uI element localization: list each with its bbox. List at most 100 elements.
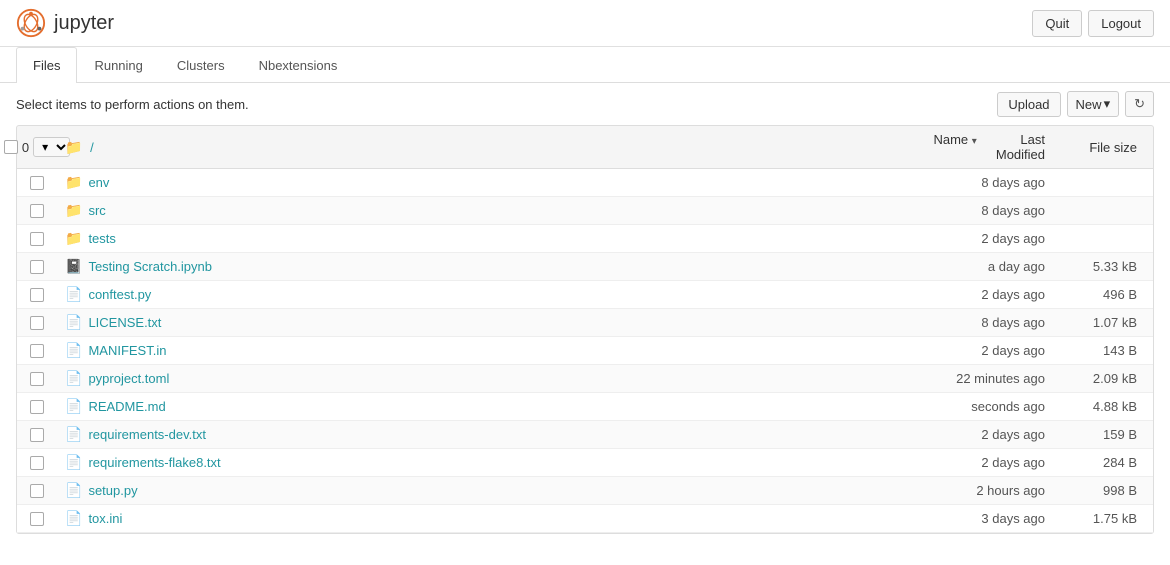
row-size-cell: 1.07 kB bbox=[1053, 315, 1153, 330]
row-size-cell: 1.75 kB bbox=[1053, 511, 1153, 526]
file-name-link[interactable]: MANIFEST.in bbox=[88, 343, 166, 358]
row-modified-cell: 8 days ago bbox=[893, 175, 1053, 190]
file-list-container: 0 ▾ 📁 / Name ▾ Last Modified File size bbox=[0, 125, 1170, 534]
col-modified-sort[interactable]: Name ▾ Last Modified bbox=[893, 132, 1053, 162]
file-name-link[interactable]: setup.py bbox=[88, 483, 137, 498]
row-size-cell: 998 B bbox=[1053, 483, 1153, 498]
file-rows-container: 📁 env 8 days ago 📁 src 8 days ago 📁 test… bbox=[16, 168, 1154, 534]
row-name-cell: 📁 src bbox=[57, 202, 893, 219]
file-icon: 📄 bbox=[65, 426, 82, 443]
row-check-cell bbox=[17, 176, 57, 190]
file-name-link[interactable]: requirements-flake8.txt bbox=[88, 455, 220, 470]
tab-running[interactable]: Running bbox=[77, 47, 159, 83]
file-name-link[interactable]: src bbox=[88, 203, 105, 218]
row-checkbox[interactable] bbox=[30, 176, 44, 190]
row-checkbox[interactable] bbox=[30, 288, 44, 302]
row-checkbox[interactable] bbox=[30, 512, 44, 526]
row-name-cell: 📄 tox.ini bbox=[57, 510, 893, 527]
row-check-cell bbox=[17, 484, 57, 498]
file-name-link[interactable]: tests bbox=[88, 231, 115, 246]
file-name-link[interactable]: LICENSE.txt bbox=[88, 315, 161, 330]
file-name-link[interactable]: env bbox=[88, 175, 109, 190]
file-icon: 📄 bbox=[65, 510, 82, 527]
row-size-cell: 159 B bbox=[1053, 427, 1153, 442]
row-modified-cell: 2 days ago bbox=[893, 455, 1053, 470]
row-name-cell: 📄 LICENSE.txt bbox=[57, 314, 893, 331]
logo-area: jupyter bbox=[16, 8, 114, 38]
file-name-link[interactable]: requirements-dev.txt bbox=[88, 427, 206, 442]
folder-icon: 📁 bbox=[65, 202, 82, 219]
row-checkbox[interactable] bbox=[30, 428, 44, 442]
file-name-link[interactable]: README.md bbox=[88, 399, 165, 414]
toolbar: Select items to perform actions on them.… bbox=[0, 83, 1170, 125]
row-check-cell bbox=[17, 372, 57, 386]
file-icon: 📄 bbox=[65, 454, 82, 471]
folder-icon: 📁 bbox=[65, 230, 82, 247]
breadcrumb[interactable]: / bbox=[90, 140, 94, 155]
file-name-link[interactable]: tox.ini bbox=[88, 511, 122, 526]
row-checkbox[interactable] bbox=[30, 456, 44, 470]
row-modified-cell: a day ago bbox=[893, 259, 1053, 274]
row-check-cell bbox=[17, 204, 57, 218]
row-check-cell bbox=[17, 400, 57, 414]
tab-clusters[interactable]: Clusters bbox=[160, 47, 242, 83]
row-checkbox[interactable] bbox=[30, 344, 44, 358]
row-checkbox[interactable] bbox=[30, 372, 44, 386]
upload-button[interactable]: Upload bbox=[997, 92, 1060, 117]
name-col-header: Name ▾ bbox=[933, 132, 980, 147]
table-row: 📄 conftest.py 2 days ago 496 B bbox=[17, 281, 1153, 309]
refresh-button[interactable]: ↻ bbox=[1125, 91, 1154, 117]
table-row: 📁 tests 2 days ago bbox=[17, 225, 1153, 253]
file-list-header-row: 0 ▾ 📁 / Name ▾ Last Modified File size bbox=[16, 125, 1154, 168]
file-icon: 📄 bbox=[65, 482, 82, 499]
select-message: Select items to perform actions on them. bbox=[16, 97, 249, 112]
modified-col-header: Last Modified bbox=[996, 132, 1045, 162]
row-checkbox[interactable] bbox=[30, 316, 44, 330]
breadcrumb-path-area: 📁 / bbox=[57, 139, 893, 156]
file-name-link[interactable]: pyproject.toml bbox=[88, 371, 169, 386]
new-label: New bbox=[1076, 97, 1102, 112]
row-checkbox[interactable] bbox=[30, 484, 44, 498]
file-name-link[interactable]: conftest.py bbox=[88, 287, 151, 302]
row-check-cell bbox=[17, 456, 57, 470]
file-icon: 📄 bbox=[65, 398, 82, 415]
new-dropdown-arrow: ▾ bbox=[1104, 96, 1111, 112]
quit-button[interactable]: Quit bbox=[1032, 10, 1082, 37]
row-modified-cell: 2 days ago bbox=[893, 343, 1053, 358]
row-name-cell: 📁 tests bbox=[57, 230, 893, 247]
tab-files[interactable]: Files bbox=[16, 47, 77, 83]
row-name-cell: 📄 pyproject.toml bbox=[57, 370, 893, 387]
row-modified-cell: 8 days ago bbox=[893, 203, 1053, 218]
tab-nbextensions[interactable]: Nbextensions bbox=[242, 47, 355, 83]
row-size-cell: 2.09 kB bbox=[1053, 371, 1153, 386]
select-all-checkbox[interactable] bbox=[4, 140, 18, 154]
row-modified-cell: 3 days ago bbox=[893, 511, 1053, 526]
row-name-cell: 📄 setup.py bbox=[57, 482, 893, 499]
file-icon: 📄 bbox=[65, 286, 82, 303]
row-check-cell bbox=[17, 316, 57, 330]
table-row: 📄 MANIFEST.in 2 days ago 143 B bbox=[17, 337, 1153, 365]
name-sort-arrow: ▾ bbox=[972, 136, 977, 147]
row-modified-cell: 2 days ago bbox=[893, 427, 1053, 442]
table-row: 📓 Testing Scratch.ipynb a day ago 5.33 k… bbox=[17, 253, 1153, 281]
row-checkbox[interactable] bbox=[30, 400, 44, 414]
row-size-cell: 496 B bbox=[1053, 287, 1153, 302]
file-name-link[interactable]: Testing Scratch.ipynb bbox=[88, 259, 212, 274]
row-size-cell: 5.33 kB bbox=[1053, 259, 1153, 274]
tabs-bar: Files Running Clusters Nbextensions bbox=[0, 47, 1170, 83]
row-name-cell: 📄 MANIFEST.in bbox=[57, 342, 893, 359]
row-check-cell bbox=[17, 288, 57, 302]
row-checkbox[interactable] bbox=[30, 232, 44, 246]
app-name: jupyter bbox=[54, 12, 114, 35]
size-col-header-cell: File size bbox=[1053, 140, 1153, 155]
select-all-area: 0 ▾ bbox=[17, 137, 57, 157]
row-checkbox[interactable] bbox=[30, 204, 44, 218]
row-check-cell bbox=[17, 260, 57, 274]
toolbar-left: Select items to perform actions on them. bbox=[16, 97, 249, 112]
header-buttons: Quit Logout bbox=[1032, 10, 1154, 37]
logout-button[interactable]: Logout bbox=[1088, 10, 1154, 37]
new-button[interactable]: New ▾ bbox=[1067, 91, 1120, 117]
row-checkbox[interactable] bbox=[30, 260, 44, 274]
file-icon: 📄 bbox=[65, 370, 82, 387]
size-col-header: File size bbox=[1089, 140, 1137, 155]
